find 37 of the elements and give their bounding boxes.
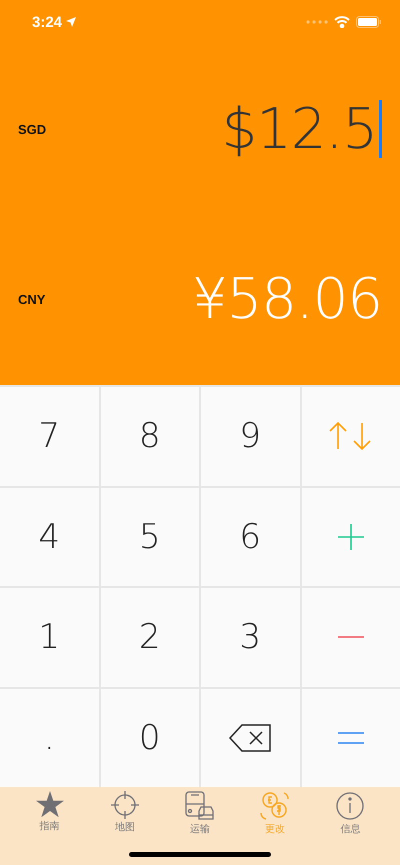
currency-amount: $12.5 xyxy=(222,96,377,162)
backspace-key[interactable] xyxy=(201,688,300,787)
digit-key[interactable]: 2 xyxy=(100,588,199,686)
location-arrow-icon xyxy=(66,17,76,27)
battery-icon xyxy=(356,16,382,28)
tab-bar-item[interactable]: 地图 xyxy=(94,791,155,836)
plus-key[interactable] xyxy=(302,488,400,586)
tab-bar-item[interactable]: 信息 xyxy=(320,791,380,836)
signal-dots-icon xyxy=(306,20,328,24)
text-cursor xyxy=(379,100,382,158)
minus-icon xyxy=(338,636,364,638)
digit-key[interactable]: 4 xyxy=(0,488,98,586)
currency-amount: ¥58.06 xyxy=(192,267,382,332)
star-icon xyxy=(36,791,64,818)
info-icon xyxy=(335,791,366,821)
currency-code: CNY xyxy=(18,292,46,308)
digit-key[interactable]: 8 xyxy=(100,387,199,486)
digit-key[interactable]: 0 xyxy=(100,688,199,787)
digit-key[interactable]: 1 xyxy=(0,588,98,686)
digit-key[interactable]: 7 xyxy=(0,387,98,486)
digit-key[interactable]: 5 xyxy=(100,488,199,586)
digit-key[interactable]: 6 xyxy=(201,488,300,586)
crosshair-icon xyxy=(110,791,139,819)
digit-key[interactable]: 9 xyxy=(201,387,300,486)
bus-and-car-icon xyxy=(184,791,215,821)
tab-bar-item[interactable]: 运输 xyxy=(170,791,230,836)
currency-exchange-icon xyxy=(260,791,290,821)
backspace-icon xyxy=(229,724,272,752)
wifi-icon xyxy=(334,16,350,28)
digit-key[interactable]: 3 xyxy=(201,588,300,686)
digit-key[interactable]: . xyxy=(0,688,98,787)
currency-code: SGD xyxy=(18,122,46,137)
status-time: 3:24 xyxy=(32,14,62,30)
plus-icon xyxy=(338,524,364,550)
tab-bar-item[interactable]: 指南 xyxy=(20,791,80,836)
equals-icon xyxy=(338,732,364,744)
swap-key[interactable] xyxy=(302,387,400,486)
